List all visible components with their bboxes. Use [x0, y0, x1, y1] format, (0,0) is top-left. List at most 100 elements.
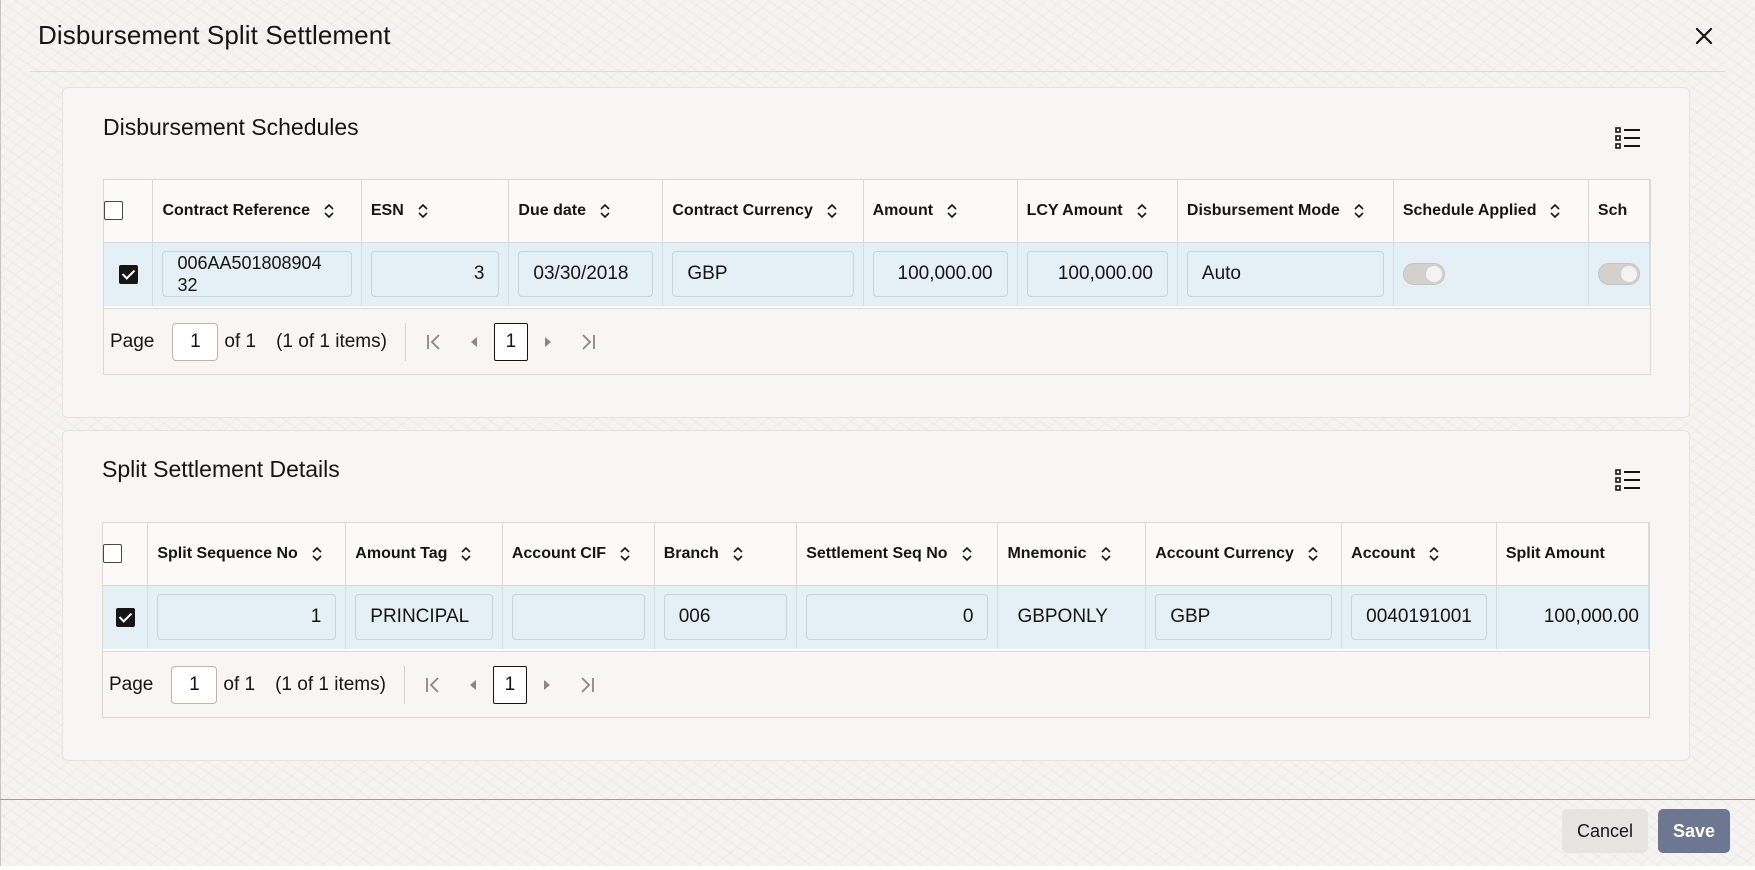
account-cell: 0040191001: [1341, 585, 1497, 649]
amount-field[interactable]: 100,000.00: [872, 251, 1008, 298]
sch-cell: [1588, 242, 1650, 306]
list-view-icon: [1615, 469, 1640, 491]
pagination-bar: Page 1 of 1 (1 of 1 items) 1: [104, 308, 1650, 374]
row-checkbox[interactable]: [118, 264, 138, 284]
current-page-button[interactable]: 1: [493, 322, 528, 361]
contract-reference-field[interactable]: 006AA501808904 32: [162, 251, 352, 298]
header-divider: [30, 71, 1725, 72]
page-number-input[interactable]: 1: [171, 665, 218, 704]
last-page-button[interactable]: [567, 666, 607, 704]
split-sequence-no-cell: 1: [147, 585, 347, 649]
sch-toggle[interactable]: [1597, 263, 1640, 286]
esn-cell: 3: [361, 242, 510, 306]
column-header-contract-currency[interactable]: Contract Currency: [662, 180, 864, 243]
previous-page-icon: [470, 336, 477, 347]
split-settlement-details-panel: Split Settlement Details Split Sequence …: [62, 430, 1690, 761]
column-header-account-currency[interactable]: Account Currency: [1145, 523, 1343, 586]
column-header-schedule-applied[interactable]: Schedule Applied: [1393, 180, 1589, 243]
column-header-account[interactable]: Account: [1341, 523, 1497, 586]
column-header-contract-reference[interactable]: Contract Reference: [152, 180, 362, 243]
lcy-amount-cell: 100,000.00: [1017, 242, 1178, 306]
list-view-icon: [1615, 127, 1640, 149]
sort-icon: [1354, 203, 1364, 218]
window-edge: [0, 0, 1, 870]
view-options-button[interactable]: [1613, 465, 1643, 495]
page-of-label: of 1: [224, 330, 257, 352]
column-header-settlement-seq-no[interactable]: Settlement Seq No: [796, 523, 999, 586]
account-currency-field[interactable]: GBP: [1155, 594, 1333, 641]
account-field[interactable]: 0040191001: [1351, 594, 1487, 641]
page-label: Page: [109, 673, 154, 695]
amount-tag-field[interactable]: PRINCIPAL: [355, 594, 493, 641]
next-page-button[interactable]: [527, 666, 567, 704]
column-header-mnemonic[interactable]: Mnemonic: [997, 523, 1147, 586]
column-header-branch[interactable]: Branch: [654, 523, 798, 586]
mnemonic-value: GBPONLY: [1017, 606, 1108, 628]
column-header-split-sequence-no[interactable]: Split Sequence No: [147, 523, 347, 586]
due-date-field[interactable]: 03/30/2018: [518, 251, 654, 298]
table-row[interactable]: 1 PRINCIPAL 006 0 GBPONLY GBP 0040191001…: [103, 585, 1649, 649]
column-header-esn[interactable]: ESN: [361, 180, 510, 243]
amount-tag-cell: PRINCIPAL: [345, 585, 503, 649]
disbursement-mode-field[interactable]: Auto: [1186, 251, 1384, 298]
disbursement-schedules-grid: Contract Reference ESN Due date Contract…: [103, 179, 1651, 375]
select-all-cell: [103, 523, 149, 586]
sort-icon: [600, 203, 610, 218]
lcy-amount-field[interactable]: 100,000.00: [1026, 251, 1168, 298]
column-header-lcy-amount[interactable]: LCY Amount: [1017, 180, 1178, 243]
column-header-due-date[interactable]: Due date: [508, 180, 664, 243]
previous-page-button[interactable]: [453, 666, 493, 704]
disbursement-mode-cell: Auto: [1177, 242, 1394, 306]
esn-field[interactable]: 3: [370, 251, 500, 298]
table-header-row: Split Sequence No Amount Tag Account CIF…: [103, 523, 1649, 586]
sort-icon: [312, 546, 322, 561]
sort-icon: [1429, 546, 1439, 561]
contract-currency-field[interactable]: GBP: [672, 251, 854, 298]
footer-divider: [0, 799, 1755, 800]
last-page-icon: [582, 333, 595, 350]
first-page-button[interactable]: [414, 323, 454, 361]
contract-currency-cell: GBP: [662, 242, 864, 306]
schedule-applied-toggle[interactable]: [1402, 263, 1445, 286]
row-select-cell: [104, 242, 154, 306]
column-header-disbursement-mode[interactable]: Disbursement Mode: [1177, 180, 1394, 243]
row-checkbox[interactable]: [115, 607, 135, 627]
settlement-seq-no-field[interactable]: 0: [806, 594, 989, 641]
current-page-button[interactable]: 1: [492, 665, 527, 704]
sort-icon: [1308, 546, 1318, 561]
column-header-split-amount[interactable]: Split Amount: [1496, 523, 1649, 586]
column-header-account-cif[interactable]: Account CIF: [502, 523, 655, 586]
view-options-button[interactable]: [1613, 123, 1643, 153]
column-header-amount-tag[interactable]: Amount Tag: [345, 523, 503, 586]
page-number-input[interactable]: 1: [172, 322, 219, 361]
next-page-button[interactable]: [528, 323, 568, 361]
sort-icon: [733, 546, 743, 561]
table-row[interactable]: 006AA501808904 32 3 03/30/2018 GBP 100,0…: [104, 242, 1650, 306]
column-header-sch-truncated[interactable]: Sch: [1588, 180, 1650, 243]
amount-cell: 100,000.00: [863, 242, 1018, 306]
settlement-seq-no-cell: 0: [796, 585, 999, 649]
pager-divider: [403, 665, 405, 704]
select-all-checkbox[interactable]: [103, 544, 122, 564]
cancel-button[interactable]: Cancel: [1562, 809, 1648, 853]
previous-page-icon: [469, 679, 476, 690]
schedule-applied-cell: [1393, 242, 1589, 306]
last-page-icon: [581, 676, 594, 693]
account-cif-field[interactable]: [511, 594, 645, 641]
select-all-checkbox[interactable]: [104, 201, 123, 221]
save-button[interactable]: Save: [1658, 809, 1730, 853]
items-count: (1 of 1 items): [276, 330, 387, 352]
first-page-button[interactable]: [413, 666, 453, 704]
last-page-button[interactable]: [568, 323, 608, 361]
sort-icon: [1550, 203, 1561, 218]
first-page-icon: [427, 333, 440, 350]
sort-icon: [418, 203, 428, 218]
first-page-icon: [426, 676, 439, 693]
branch-field[interactable]: 006: [663, 594, 788, 641]
page-of-label: of 1: [223, 673, 256, 695]
split-sequence-no-field[interactable]: 1: [157, 594, 337, 641]
column-header-amount[interactable]: Amount: [863, 180, 1018, 243]
items-count: (1 of 1 items): [275, 673, 386, 695]
close-button[interactable]: [1690, 20, 1718, 52]
previous-page-button[interactable]: [454, 323, 494, 361]
